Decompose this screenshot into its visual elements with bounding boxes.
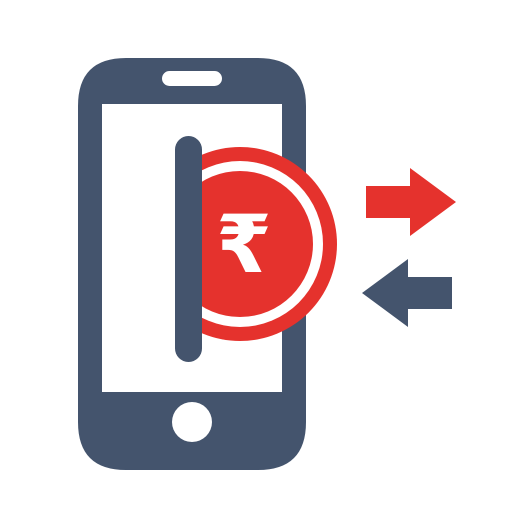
arrow-left-icon xyxy=(362,259,452,327)
coin-slot xyxy=(175,136,202,362)
mobile-payment-icon: ₹ xyxy=(0,0,512,512)
arrow-right-icon xyxy=(366,168,456,236)
phone-speaker xyxy=(162,71,222,86)
phone-home-button xyxy=(172,402,212,442)
rupee-symbol: ₹ xyxy=(216,198,272,291)
mobile-payment-illustration: ₹ xyxy=(78,58,456,470)
